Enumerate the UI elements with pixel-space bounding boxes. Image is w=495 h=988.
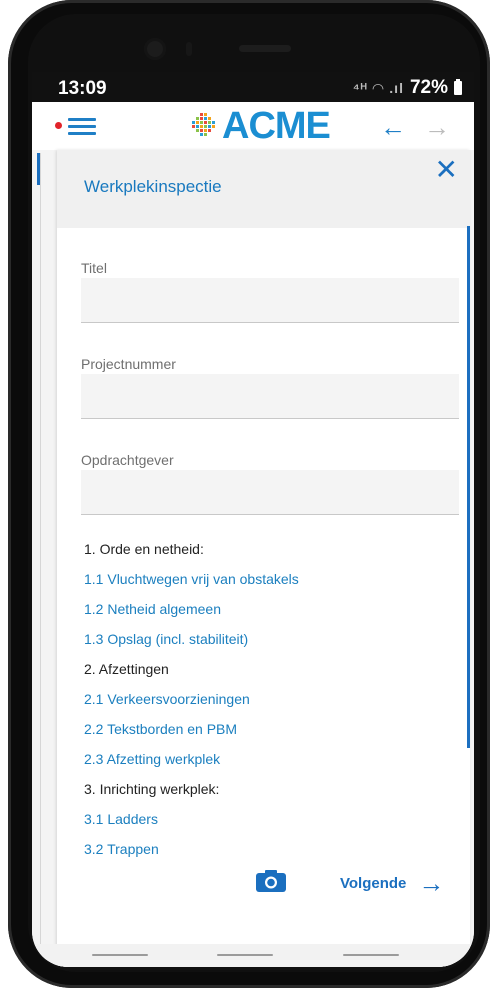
scrollbar[interactable] <box>467 226 470 748</box>
status-indicators: ⁴ᴴ ◠ .ıl 72% <box>353 77 462 99</box>
checklist-link[interactable]: 3.2 Trappen <box>84 834 444 864</box>
opdrachtgever-label: Opdrachtgever <box>81 452 174 468</box>
logo-text: ACME <box>222 105 331 147</box>
form-title: Werkplekinspectie <box>84 177 222 196</box>
checklist-link[interactable]: 2.1 Verkeersvoorzieningen <box>84 684 444 714</box>
checklist-link[interactable]: 2.3 Afzetting werkplek <box>84 744 444 774</box>
projectnummer-field[interactable] <box>81 374 459 419</box>
proximity-sensor <box>186 42 192 56</box>
app-header: ACME ← → <box>32 102 474 150</box>
forward-arrow-icon[interactable]: → <box>424 112 450 143</box>
form-panel: Werkplekinspectie ✕ Titel Projectnummer … <box>57 150 470 967</box>
nav-home-bar[interactable] <box>217 954 273 956</box>
status-bar: 13:09 ⁴ᴴ ◠ .ıl 72% <box>32 72 474 102</box>
battery-icon <box>454 79 462 95</box>
signal-wifi-icons: ⁴ᴴ ◠ .ıl <box>352 79 404 96</box>
battery-level: 72% <box>409 77 448 98</box>
side-accent-bar <box>37 153 40 185</box>
hamburger-menu-icon[interactable] <box>68 114 96 138</box>
checklist-link[interactable]: 1.3 Opslag (incl. stabiliteit) <box>84 624 444 654</box>
arrow-right-icon: → <box>418 868 445 898</box>
next-button[interactable]: Volgende → <box>340 868 444 899</box>
checklist-link[interactable]: 1.1 Vluchtwegen vrij van obstakels <box>84 564 444 594</box>
checklist: 1. Orde en netheid: 1.1 Vluchtwegen vrij… <box>84 534 444 864</box>
checklist-link[interactable]: 2.2 Tekstborden en PBM <box>84 714 444 744</box>
close-icon[interactable]: ✕ <box>435 156 458 184</box>
checklist-link[interactable]: 1.2 Netheid algemeen <box>84 594 444 624</box>
system-nav-bar <box>32 944 474 967</box>
titel-field[interactable] <box>81 278 459 323</box>
earpiece-speaker <box>239 45 291 52</box>
checklist-link[interactable]: 3.1 Ladders <box>84 804 444 834</box>
side-divider <box>40 153 41 953</box>
camera-icon[interactable] <box>256 870 286 892</box>
checklist-section: 2. Afzettingen <box>84 661 169 677</box>
titel-label: Titel <box>81 260 107 276</box>
next-label: Volgende <box>340 875 407 892</box>
checklist-section: 1. Orde en netheid: <box>84 541 204 557</box>
back-arrow-icon[interactable]: ← <box>380 112 406 143</box>
logo-dots-icon <box>192 113 215 136</box>
acme-logo: ACME <box>190 105 331 147</box>
notification-dot-icon <box>55 122 62 129</box>
nav-recent-bar[interactable] <box>92 954 148 956</box>
nav-back-bar[interactable] <box>343 954 399 956</box>
form-header: Werkplekinspectie ✕ <box>57 150 470 228</box>
opdrachtgever-field[interactable] <box>81 470 459 515</box>
front-camera <box>144 38 166 60</box>
status-time: 13:09 <box>58 78 107 99</box>
projectnummer-label: Projectnummer <box>81 356 176 372</box>
device-screen: 13:09 ⁴ᴴ ◠ .ıl 72% ACME ← → Werkplekinsp… <box>32 72 474 967</box>
checklist-section: 3. Inrichting werkplek: <box>84 781 220 797</box>
main-content: Werkplekinspectie ✕ Titel Projectnummer … <box>32 150 474 967</box>
